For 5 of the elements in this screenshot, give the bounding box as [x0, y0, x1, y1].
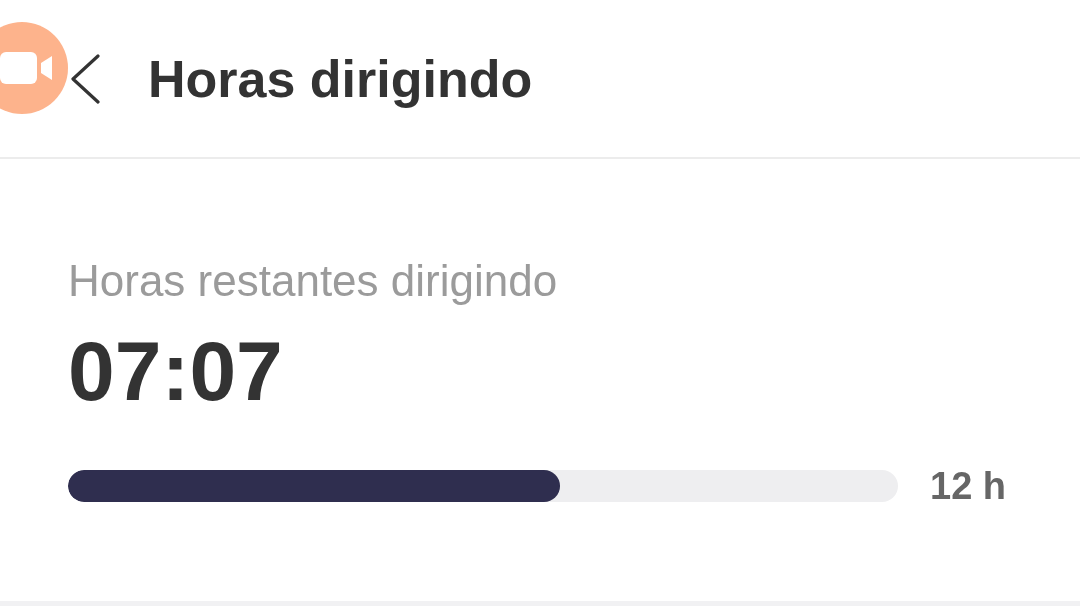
chevron-left-icon [70, 53, 100, 104]
remaining-hours-value: 07:07 [68, 329, 283, 413]
remaining-hours-label: Horas restantes dirigindo [68, 255, 558, 307]
video-camera-icon [0, 52, 52, 84]
max-hours-label: 12 h [930, 467, 1007, 505]
